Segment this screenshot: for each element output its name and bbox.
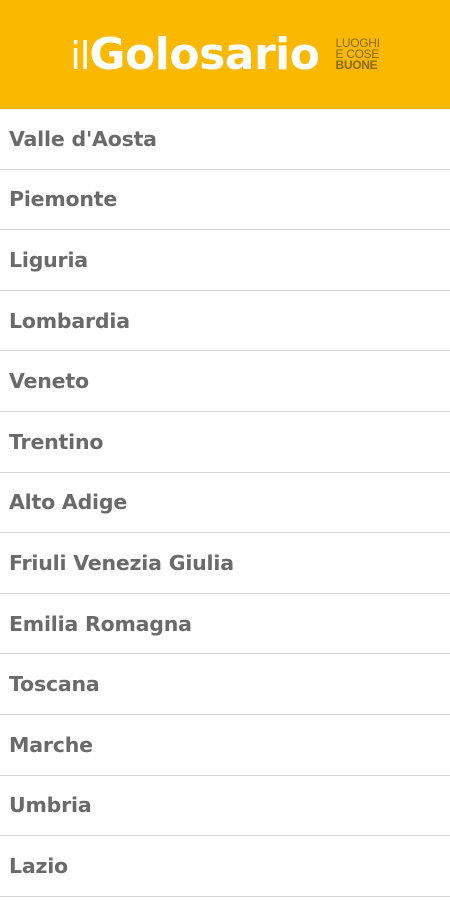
logo-golosario: Golosario bbox=[89, 28, 320, 80]
region-label: Piemonte bbox=[9, 187, 118, 212]
tagline-line-3: BUONE bbox=[335, 58, 378, 72]
app-header: il Golosario LUOGHI E COSE BUONE bbox=[0, 0, 450, 109]
region-item-veneto[interactable]: Veneto bbox=[0, 351, 450, 412]
region-item-marche[interactable]: Marche bbox=[0, 715, 450, 776]
region-item-liguria[interactable]: Liguria bbox=[0, 230, 450, 291]
region-item-toscana[interactable]: Toscana bbox=[0, 654, 450, 715]
region-label: Umbria bbox=[9, 793, 92, 818]
region-item-umbria[interactable]: Umbria bbox=[0, 776, 450, 837]
region-label: Valle d'Aosta bbox=[9, 126, 157, 151]
region-item-piemonte[interactable]: Piemonte bbox=[0, 170, 450, 231]
app-screen: il Golosario LUOGHI E COSE BUONE Valle d… bbox=[0, 0, 450, 900]
region-label: Lombardia bbox=[9, 308, 130, 333]
region-list: Valle d'Aosta Piemonte Liguria Lombardia… bbox=[0, 109, 450, 897]
region-item-friuli-venezia-giulia[interactable]: Friuli Venezia Giulia bbox=[0, 533, 450, 594]
region-label: Friuli Venezia Giulia bbox=[9, 550, 234, 575]
region-label: Toscana bbox=[9, 672, 100, 697]
region-label: Trentino bbox=[9, 429, 104, 454]
region-item-lazio[interactable]: Lazio bbox=[0, 836, 450, 897]
region-label: Marche bbox=[9, 732, 93, 757]
region-item-valle-daosta[interactable]: Valle d'Aosta bbox=[0, 109, 450, 170]
region-label: Veneto bbox=[9, 369, 89, 394]
logo-tagline: LUOGHI E COSE BUONE bbox=[335, 37, 380, 72]
region-item-alto-adige[interactable]: Alto Adige bbox=[0, 473, 450, 534]
region-label: Liguria bbox=[9, 247, 88, 272]
logo-il: il bbox=[70, 33, 90, 78]
region-label: Lazio bbox=[9, 853, 68, 878]
region-item-emilia-romagna[interactable]: Emilia Romagna bbox=[0, 594, 450, 655]
region-item-trentino[interactable]: Trentino bbox=[0, 412, 450, 473]
region-label: Alto Adige bbox=[9, 490, 128, 515]
region-label: Emilia Romagna bbox=[9, 611, 192, 636]
logo-wordmark: il Golosario bbox=[70, 28, 320, 80]
region-item-lombardia[interactable]: Lombardia bbox=[0, 291, 450, 352]
app-logo: il Golosario LUOGHI E COSE BUONE bbox=[70, 28, 380, 80]
